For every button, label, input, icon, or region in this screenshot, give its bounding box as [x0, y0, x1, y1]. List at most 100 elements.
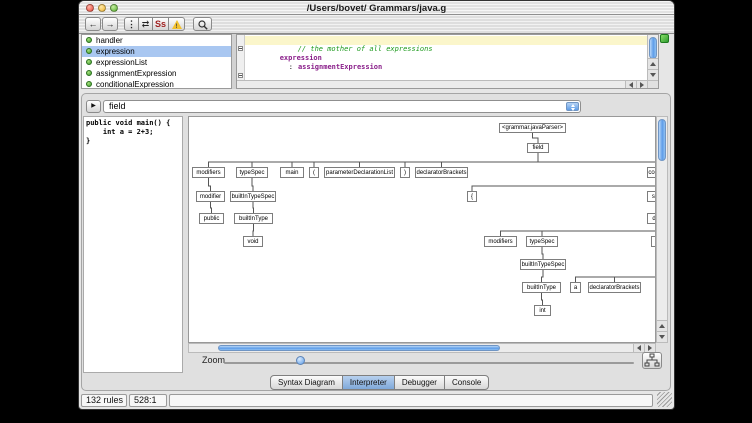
rule-status-icon: [86, 81, 92, 87]
tree-node-void[interactable]: void: [243, 236, 263, 247]
zoom-label: Zoom: [202, 355, 225, 365]
input-code-line: int a = 2+3;: [86, 128, 180, 137]
tree-node-bits1[interactable]: builtInTypeSpec: [230, 191, 276, 202]
arrow-right-icon: [640, 82, 644, 88]
scroll-right-button[interactable]: [644, 344, 655, 352]
rules-count-field: 132 rules: [81, 394, 127, 407]
rule-label: conditionalExpression: [96, 80, 174, 89]
forward-button[interactable]: →: [102, 17, 118, 31]
tree-node-declBrackets2[interactable]: declaratorBrackets: [588, 282, 641, 293]
rule-item-expression[interactable]: expression: [82, 46, 231, 57]
tree-node-root[interactable]: <grammar.javaParser>: [499, 123, 566, 133]
tree-node-int[interactable]: int: [534, 305, 551, 316]
tree-layout-button[interactable]: [642, 352, 662, 369]
refactor-button[interactable]: ⇄: [138, 17, 153, 31]
arrow-up-icon: [659, 324, 665, 328]
tree-node-lparen[interactable]: (: [309, 167, 319, 178]
tab-interpreter[interactable]: Interpreter: [342, 375, 395, 390]
scroll-up-button[interactable]: [657, 320, 667, 331]
warnings-button[interactable]: !: [168, 17, 185, 31]
zoom-slider[interactable]: [224, 362, 634, 364]
scroll-right-button[interactable]: [636, 81, 647, 88]
expand-editor-button[interactable]: [660, 34, 669, 43]
resize-grip[interactable]: [657, 392, 672, 407]
fold-collapse-icon[interactable]: [238, 73, 243, 78]
grammar-editor[interactable]: // the mother of all expressions express…: [236, 34, 659, 89]
tree-node-a[interactable]: a: [570, 282, 581, 293]
parse-tree-canvas[interactable]: <grammar.javaParser> field modifiers typeSp…: [188, 116, 656, 343]
tree-node-modifiers2[interactable]: modifiers: [484, 236, 517, 247]
tree-node-declaration[interactable]: declaration: [647, 213, 656, 224]
editor-vertical-scrollbar[interactable]: [647, 35, 658, 80]
scroll-down-button[interactable]: [657, 331, 667, 342]
tree-node-rparen[interactable]: ): [400, 167, 410, 178]
arrow-up-icon: [571, 104, 575, 107]
fold-margin: [237, 35, 245, 80]
tab-label: Console: [452, 378, 481, 387]
warning-exclamation: !: [169, 21, 184, 33]
rule-status-icon: [86, 37, 92, 43]
scroll-left-button[interactable]: [633, 344, 644, 352]
window-title: /Users/bovet/ Grammars/java.g: [79, 3, 674, 14]
rule-item-conditionalExpression[interactable]: conditionalExpression: [82, 79, 231, 89]
arrow-down-icon: [650, 73, 656, 77]
tree-node-bit2[interactable]: builtInType: [522, 282, 561, 293]
tree-vertical-scrollbar[interactable]: [656, 116, 668, 343]
tree-node-typeSpec2[interactable]: typeSpec: [526, 236, 558, 247]
start-rule-combobox[interactable]: field: [103, 100, 581, 113]
rule-label: handler: [96, 36, 123, 45]
scrollbar-thumb[interactable]: [658, 119, 666, 161]
editor-lines: // the mother of all expressions express…: [245, 36, 646, 81]
rule-item-expressionList[interactable]: expressionList: [82, 57, 231, 68]
comment-text: // the mother of all expressions: [298, 45, 433, 53]
rule-item-handler[interactable]: handler: [82, 35, 231, 46]
rule-item-assignmentExpression[interactable]: assignmentExpression: [82, 68, 231, 79]
find-button[interactable]: [193, 17, 212, 31]
rule-status-icon: [86, 70, 92, 76]
run-interpreter-button[interactable]: ▶: [86, 100, 101, 113]
scrollbar-thumb[interactable]: [649, 37, 657, 59]
tree-node-field[interactable]: field: [527, 143, 549, 153]
toggle-rules-button[interactable]: ⋮: [124, 17, 139, 31]
scroll-up-button[interactable]: [648, 58, 658, 69]
scroll-left-button[interactable]: [625, 81, 636, 88]
zoom-slider-thumb[interactable]: [296, 356, 305, 365]
scroll-down-button[interactable]: [648, 69, 658, 80]
test-input-editor[interactable]: public void main() { int a = 2+3; }: [83, 116, 183, 373]
tab-syntax-diagram[interactable]: Syntax Diagram: [270, 375, 343, 390]
bottom-tabs: Syntax Diagram Interpreter Debugger Cons…: [270, 375, 489, 390]
fold-collapse-icon[interactable]: [238, 46, 243, 51]
tree-horizontal-scrollbar[interactable]: [188, 343, 656, 353]
scrollbar-thumb[interactable]: [218, 345, 500, 351]
tab-debugger[interactable]: Debugger: [394, 375, 445, 390]
tree-node-modifier[interactable]: modifier: [196, 191, 225, 202]
tree-node-modifiers1[interactable]: modifiers: [192, 167, 225, 178]
tree-node-lcurly[interactable]: {: [467, 191, 477, 202]
play-icon: ▶: [91, 103, 96, 109]
editor-horizontal-scrollbar[interactable]: [237, 80, 647, 88]
toolbar: ← → ⋮ ⇄ Ss !: [79, 15, 674, 34]
case-icon: Ss: [155, 19, 166, 29]
tree-node-main[interactable]: main: [280, 167, 304, 178]
titlebar[interactable]: /Users/bovet/ Grammars/java.g: [79, 1, 674, 15]
case-sensitivity-button[interactable]: Ss: [152, 17, 169, 31]
rule-name-text: expression: [280, 54, 322, 62]
tab-label: Debugger: [402, 378, 437, 387]
arrow-right-icon: [648, 345, 652, 351]
tree-node-bits2[interactable]: builtInTypeSpec: [520, 259, 566, 270]
tree-node-declBrackets1[interactable]: declaratorBrackets: [415, 167, 468, 178]
arrow-left-icon: [637, 345, 641, 351]
tree-node-public[interactable]: public: [199, 213, 224, 224]
tab-console[interactable]: Console: [444, 375, 489, 390]
input-code-line: }: [86, 137, 180, 146]
tree-node-bit1[interactable]: builtInType: [234, 213, 273, 224]
colon-text: :: [289, 63, 293, 71]
tree-node-typeSpec1[interactable]: typeSpec: [236, 167, 268, 178]
tree-node-compound[interactable]: compoundStatement: [647, 167, 656, 178]
tree-node-paramList[interactable]: parameterDeclarationList: [324, 167, 395, 178]
tree-node-statement[interactable]: statement: [647, 191, 656, 202]
tab-label: Syntax Diagram: [278, 378, 335, 387]
rules-list: handler expression expressionList assign…: [81, 34, 232, 89]
back-button[interactable]: ←: [85, 17, 101, 31]
combobox-stepper-icon[interactable]: [566, 102, 579, 111]
